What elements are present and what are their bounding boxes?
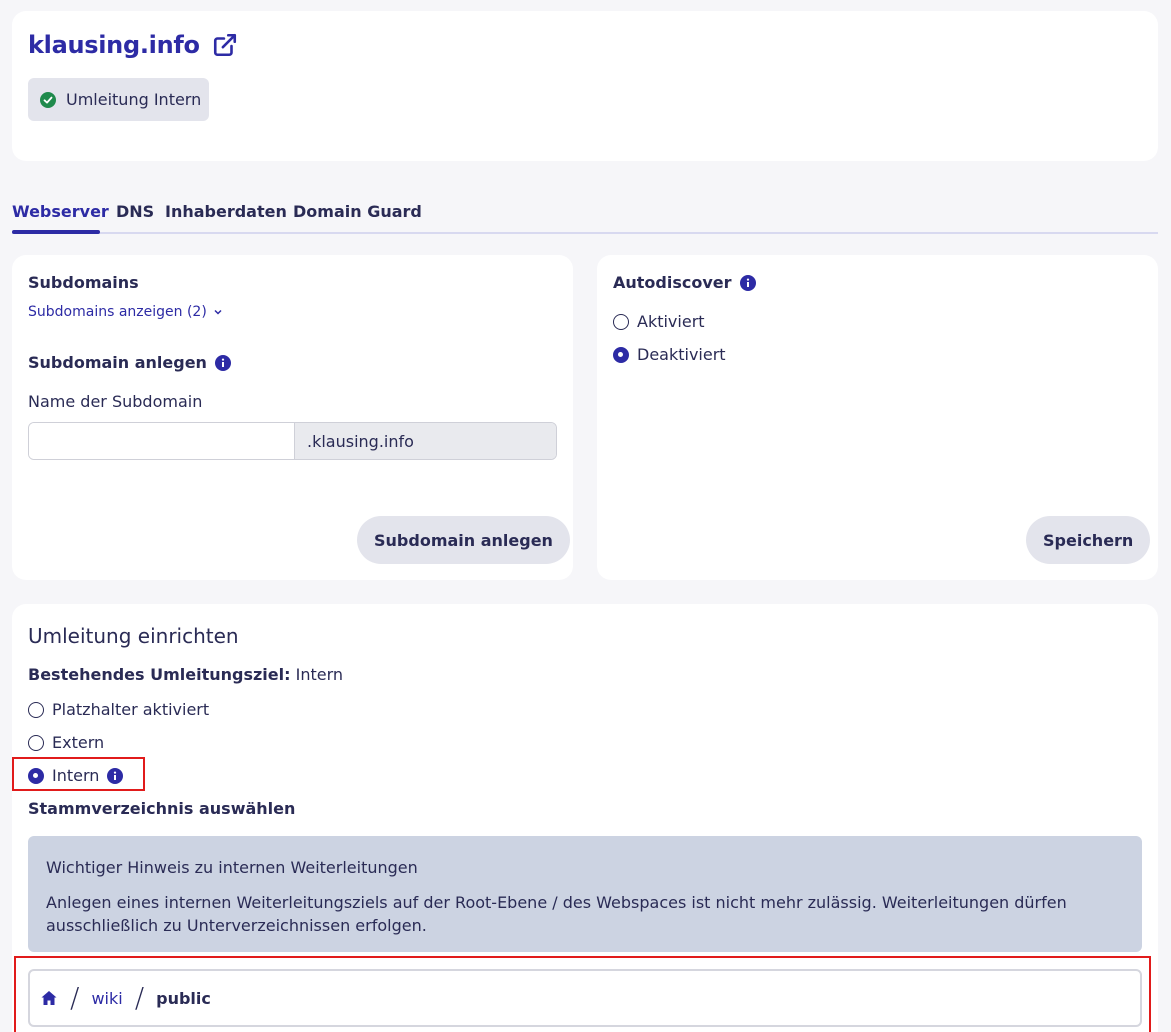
subdomains-title: Subdomains [28, 273, 139, 292]
status-badge: Umleitung Intern [28, 78, 209, 121]
redirect-title: Umleitung einrichten [28, 624, 239, 648]
autodiscover-option-deaktiviert[interactable]: Deaktiviert [613, 345, 726, 364]
domain-header-card: klausing.info Umleitung Intern [12, 11, 1158, 161]
redirect-option-intern[interactable]: Intern [28, 766, 124, 785]
redirect-card: Umleitung einrichten Bestehendes Umleitu… [12, 604, 1158, 1032]
domain-name: klausing.info [28, 31, 200, 59]
path-separator: / [134, 981, 145, 1014]
path-segment-public: public [156, 988, 211, 1008]
radio-platzhalter-label: Platzhalter aktiviert [52, 700, 210, 719]
status-badge-label: Umleitung Intern [66, 90, 202, 109]
create-subdomain-button[interactable]: Subdomain anlegen [357, 516, 570, 564]
path-segment-wiki[interactable]: wiki [91, 989, 122, 1008]
tab-webserver[interactable]: Webserver [12, 202, 109, 221]
subdomains-card: Subdomains Subdomains anzeigen (2) Subdo… [12, 255, 573, 580]
existing-target-label: Bestehendes Umleitungsziel: [28, 665, 291, 684]
autodiscover-title-text: Autodiscover [613, 273, 732, 292]
save-button[interactable]: Speichern [1026, 516, 1151, 564]
tab-inhaberdaten[interactable]: Inhaberdaten [165, 202, 287, 221]
tab-bar: Webserver DNS Inhaberdaten Domain Guard [12, 198, 1158, 234]
radio-intern[interactable] [28, 767, 44, 784]
check-circle-icon [40, 91, 56, 108]
path-separator: / [70, 981, 80, 1014]
subdomain-suffix: .klausing.info [294, 423, 556, 459]
notice-text: Anlegen eines internen Weiterleitungszie… [46, 893, 1067, 935]
subdomains-title-text: Subdomains [28, 273, 139, 292]
info-icon[interactable] [214, 354, 231, 371]
autodiscover-card: Autodiscover Aktiviert Deaktiviert Speic… [597, 255, 1158, 580]
autodiscover-title: Autodiscover [613, 273, 756, 292]
internal-redirect-notice: Wichtiger Hinweis zu internen Weiterleit… [28, 836, 1142, 952]
radio-extern[interactable] [28, 734, 44, 751]
directory-path-breadcrumb: / wiki / public [28, 969, 1142, 1027]
radio-deaktiviert[interactable] [613, 346, 629, 363]
existing-target-value: Intern [295, 665, 344, 684]
autodiscover-option-aktiviert[interactable]: Aktiviert [613, 312, 705, 331]
root-dir-title: Stammverzeichnis auswählen [28, 799, 296, 818]
show-subdomains-link[interactable]: Subdomains anzeigen (2) [28, 304, 223, 320]
radio-aktiviert-label: Aktiviert [637, 312, 705, 331]
create-subdomain-title: Subdomain anlegen [28, 353, 231, 372]
external-link-icon[interactable] [212, 32, 238, 58]
redirect-option-extern[interactable]: Extern [28, 733, 104, 752]
radio-platzhalter[interactable] [28, 701, 44, 718]
subdomain-input-group: .klausing.info [28, 422, 557, 460]
home-icon[interactable] [40, 989, 58, 1007]
radio-intern-label: Intern [52, 766, 100, 785]
radio-aktiviert[interactable] [613, 313, 629, 330]
subdomain-name-label: Name der Subdomain [28, 392, 203, 411]
redirect-option-platzhalter[interactable]: Platzhalter aktiviert [28, 700, 209, 719]
domain-title: klausing.info [28, 31, 238, 59]
subdomain-name-input[interactable] [29, 423, 294, 459]
create-subdomain-title-text: Subdomain anlegen [28, 353, 207, 372]
radio-deaktiviert-label: Deaktiviert [637, 345, 726, 364]
info-icon[interactable] [107, 767, 124, 784]
active-tab-indicator [12, 230, 100, 234]
tab-dns[interactable]: DNS [116, 202, 154, 221]
info-icon[interactable] [739, 274, 756, 291]
chevron-down-icon [214, 309, 222, 315]
show-subdomains-label: Subdomains anzeigen (2) [28, 304, 207, 320]
radio-extern-label: Extern [52, 733, 105, 752]
tab-domain-guard[interactable]: Domain Guard [293, 202, 422, 221]
notice-title: Wichtiger Hinweis zu internen Weiterleit… [46, 858, 418, 877]
existing-target: Bestehendes Umleitungsziel: Intern [28, 665, 343, 684]
